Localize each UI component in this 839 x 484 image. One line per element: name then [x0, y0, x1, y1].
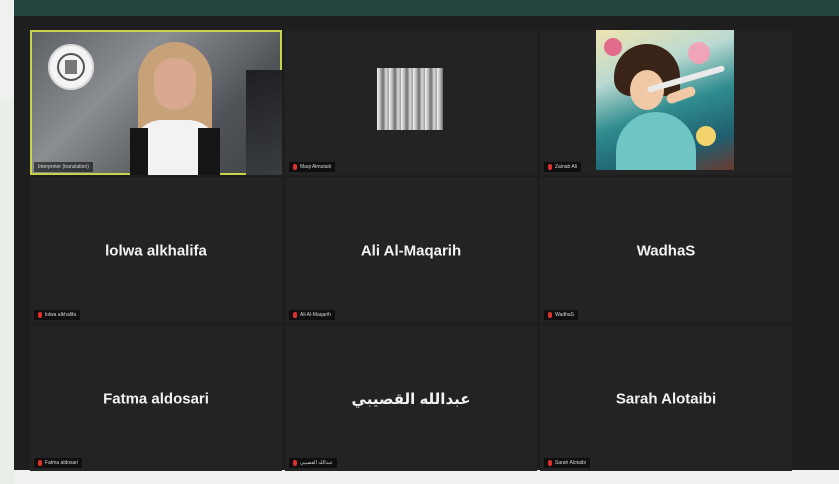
- participant-name-tag: Maqi Almutairi: [289, 162, 336, 172]
- participant-name-tag: WadhaS: [544, 310, 578, 320]
- participant-name-tag: Zainab Ali: [544, 162, 581, 172]
- participant-name-tag: Ali Al-Maqarih: [289, 310, 335, 320]
- participant-name-label: Zainab Ali: [555, 164, 577, 170]
- participant-name-label: Fatma aldosari: [45, 460, 79, 466]
- participant-display-name: lolwa alkhalifa: [105, 242, 207, 259]
- participant-video: [130, 42, 220, 175]
- gallery-grid: Interpreter (translation) Maqi Almutairi: [30, 30, 792, 471]
- participant-display-name: Ali Al-Maqarih: [360, 242, 462, 259]
- participant-tile-lolwa[interactable]: lolwa alkhalifa lolwa alkhalifa: [30, 178, 282, 323]
- organization-logo: [48, 44, 94, 90]
- participant-tile-maqi[interactable]: Maqi Almutairi: [285, 30, 537, 175]
- participant-tile-zainab[interactable]: Zainab Ali: [540, 30, 792, 175]
- participant-name-label: عبدالله القصيبي: [300, 460, 333, 466]
- participant-name-tag: lolwa alkhalifa: [34, 310, 81, 320]
- participant-name-label: Maqi Almutairi: [300, 164, 332, 170]
- participant-tile-sarah[interactable]: Sarah Alotaibi Sarah Alotaibi: [540, 326, 792, 471]
- participant-name-label: Sarah Alotaibi: [555, 460, 586, 466]
- participant-name-tag: Sarah Alotaibi: [544, 458, 590, 468]
- participant-tile-wadhas[interactable]: WadhaS WadhaS: [540, 178, 792, 323]
- mic-muted-icon: [548, 164, 552, 170]
- participant-name-label: Ali Al-Maqarih: [300, 312, 331, 318]
- participant-display-name: عبدالله القصيبي: [351, 390, 471, 408]
- participant-name-tag: Interpreter (translation): [34, 162, 93, 172]
- participant-tile-fatma[interactable]: Fatma aldosari Fatma aldosari: [30, 326, 282, 471]
- participant-tile-ali[interactable]: Ali Al-Maqarih Ali Al-Maqarih: [285, 178, 537, 323]
- participant-display-name: WadhaS: [636, 242, 696, 259]
- mic-muted-icon: [293, 164, 297, 170]
- background-object: [246, 70, 282, 175]
- participant-name-tag: Fatma aldosari: [34, 458, 83, 468]
- participant-tile-interpreter[interactable]: Interpreter (translation): [30, 30, 282, 175]
- mic-muted-icon: [38, 312, 42, 318]
- participant-name-tag: عبدالله القصيبي: [289, 458, 337, 468]
- participant-name-label: Interpreter (translation): [38, 164, 89, 170]
- participant-video: [377, 68, 443, 130]
- mic-muted-icon: [293, 312, 297, 318]
- top-border: [14, 0, 839, 16]
- mic-muted-icon: [38, 460, 42, 466]
- page-margin: [0, 100, 14, 484]
- participant-display-name: Fatma aldosari: [103, 390, 209, 407]
- participant-video: [596, 30, 734, 170]
- participant-name-label: WadhaS: [555, 312, 574, 318]
- participant-display-name: Sarah Alotaibi: [615, 390, 717, 407]
- mic-muted-icon: [548, 312, 552, 318]
- participant-name-label: lolwa alkhalifa: [45, 312, 77, 318]
- meeting-window: Interpreter (translation) Maqi Almutairi: [14, 16, 839, 471]
- participant-tile-abdullah[interactable]: عبدالله القصيبي عبدالله القصيبي: [285, 326, 537, 471]
- mic-muted-icon: [293, 460, 297, 466]
- mic-muted-icon: [548, 460, 552, 466]
